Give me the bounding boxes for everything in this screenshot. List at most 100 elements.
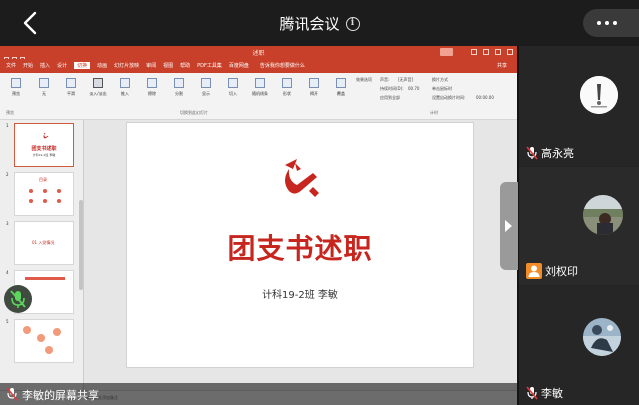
participant-name-row: 刘权印 — [526, 263, 578, 279]
muted-mic-icon — [526, 386, 538, 400]
transition-effect-button[interactable]: 淡入/淡出 — [88, 78, 108, 97]
window-controls — [471, 49, 513, 55]
ppt-menu-item[interactable]: 幻灯片放映 — [114, 62, 139, 69]
duration-input[interactable]: 00.70 — [408, 86, 419, 91]
ppt-menu-item[interactable]: 视图 — [163, 62, 173, 69]
thumb-label: 01 入党情况 — [32, 240, 55, 245]
avatar-image — [583, 318, 621, 356]
group-preview-label: 预览 — [6, 110, 14, 115]
ppt-menu-bar: 文件 开始 插入 设计 切换 动画 幻灯片放映 审阅 视图 帮助 PDF工具集 百度网盘 告诉我你想要做… — [0, 59, 517, 73]
transition-effect-icon — [120, 78, 130, 88]
preview-label: 预览 — [12, 91, 20, 96]
party-emblem-icon — [285, 159, 319, 197]
transition-effect-icon — [336, 78, 346, 88]
slide-title: 团支书述职 — [227, 232, 373, 265]
thumb-graphic — [25, 277, 65, 280]
thumb-graphic — [45, 346, 53, 354]
apply-all-button[interactable]: 应用到全部 — [380, 95, 400, 101]
transition-effect-label: 覆盖 — [337, 91, 345, 96]
avatar — [583, 318, 621, 356]
ppt-menu-item[interactable]: 切换 — [74, 62, 91, 69]
avatar-image — [583, 195, 623, 235]
transition-effect-button[interactable]: 平滑 — [61, 78, 81, 97]
transition-effect-button[interactable]: 分割 — [169, 78, 189, 97]
participant-name: 高永亮 — [541, 147, 574, 160]
more-dot-icon — [597, 21, 601, 25]
ppt-menu-item[interactable]: PDF工具集 — [197, 62, 222, 69]
ppt-menu-item[interactable]: 动画 — [97, 62, 107, 69]
ppt-menu-item[interactable]: 设计 — [57, 62, 67, 69]
thumb-subtitle: 计科19-2班 李敏 — [32, 153, 56, 157]
slide-thumbnail-2[interactable]: 目录 — [14, 172, 74, 216]
effect-options-label[interactable]: 效果选项 — [356, 77, 372, 83]
transition-effect-button[interactable]: 随机线条 — [250, 78, 270, 97]
ppt-menu-item[interactable]: 帮助 — [180, 62, 190, 69]
transition-effect-icon — [309, 78, 319, 88]
transition-effect-icon — [228, 78, 238, 88]
transition-effect-button[interactable]: 显示 — [196, 78, 216, 97]
maximize-icon[interactable] — [495, 49, 501, 55]
more-options-button[interactable] — [583, 9, 639, 37]
slide-number: 4 — [6, 270, 9, 275]
ppt-title-bar: 述职 — [0, 46, 517, 63]
transition-effect-button[interactable]: 无 — [34, 78, 54, 97]
transition-effect-icon — [66, 78, 76, 88]
transitions-ribbon: 预览 效果选项 声音: [无声音] 持续时间(D): 00.70 应用到全部 换… — [0, 73, 517, 120]
on-click-checkbox[interactable]: 单击鼠标时 — [432, 86, 452, 92]
transition-effect-label: 平滑 — [67, 91, 75, 96]
transition-effect-button[interactable]: 推入 — [115, 78, 135, 97]
slide-thumbnail-3[interactable]: 01 入党情况 — [14, 221, 74, 265]
ppt-menu-item[interactable]: 插入 — [40, 62, 50, 69]
slide-number: 1 — [6, 123, 9, 128]
transition-effect-icon — [93, 78, 103, 88]
screen-share-label-bar: 李敏的屏幕共享 — [0, 383, 517, 405]
auto-advance-checkbox[interactable]: 设置自动换片时间: — [432, 95, 465, 101]
ribbon-display-icon[interactable] — [471, 49, 477, 55]
expand-panel-tab[interactable] — [500, 182, 518, 270]
ppt-menu-item[interactable]: 审阅 — [146, 62, 156, 69]
transition-effect-button[interactable]: 形状 — [277, 78, 297, 97]
participant-tile[interactable]: 刘权印 — [519, 167, 639, 285]
participant-tile[interactable]: 李敏 — [519, 286, 639, 405]
duration-label: 持续时间(D): — [380, 86, 404, 91]
transition-effect-label: 淡入/淡出 — [89, 91, 107, 96]
muted-mic-icon — [526, 146, 538, 160]
thumb-graphic — [27, 187, 63, 207]
ppt-share-label: 共享 — [496, 63, 507, 69]
avatar — [583, 195, 623, 235]
tell-me-search[interactable]: 告诉我你想要做什么 — [260, 62, 305, 69]
thumbnail-scrollbar[interactable] — [79, 200, 83, 290]
auto-advance-input[interactable]: 00:00.00 — [476, 95, 494, 100]
participant-tile[interactable]: 高永亮 — [519, 46, 639, 166]
preview-button[interactable]: 预览 — [6, 78, 26, 97]
thumb-graphic — [23, 326, 31, 334]
ppt-menu: 文件 开始 插入 设计 切换 动画 幻灯片放映 审阅 视图 帮助 PDF工具集 百度网盘 告诉我你想要做… — [6, 62, 305, 69]
transition-effect-label: 无 — [42, 91, 46, 96]
shared-screen[interactable]: 述职 文件 开始 插入 设计 切换 动画 幻灯片放映 审阅 视图 帮助 PDF工具集 百度网盘 告诉我你… — [0, 46, 517, 405]
transition-effect-button[interactable]: 切入 — [223, 78, 243, 97]
transition-effect-icon — [147, 78, 157, 88]
minimize-icon[interactable] — [483, 49, 489, 55]
ppt-share-button[interactable]: 共享 — [497, 62, 507, 69]
ppt-menu-item[interactable]: 百度网盘 — [229, 62, 249, 69]
sound-select[interactable]: [无声音] — [398, 77, 413, 83]
current-slide[interactable]: 团支书述职 计科19-2班 李敏 — [126, 122, 474, 368]
participant-name: 刘权印 — [545, 265, 578, 278]
meeting-window: 腾讯会议 i 述职 文件开始插入设计切换动画幻灯片放映审阅视图帮 — [0, 0, 639, 405]
transition-effect-label: 分割 — [175, 91, 183, 96]
slide-thumbnail-1[interactable]: 团支书述职 计科19-2班 李敏 — [14, 123, 74, 167]
transition-effect-button[interactable]: 揭开 — [304, 78, 324, 97]
ppt-menu-item[interactable]: 开始 — [23, 62, 33, 69]
info-icon[interactable]: i — [345, 16, 360, 31]
slide-thumbnail-5[interactable] — [14, 319, 74, 363]
meeting-title-area: 腾讯会议 i — [0, 13, 639, 34]
thumb-title: 团支书述职 — [31, 146, 57, 152]
transition-effect-button[interactable]: 擦除 — [142, 78, 162, 97]
transition-effect-label: 切入 — [229, 91, 237, 96]
slide-subtitle: 计科19-2班 李敏 — [262, 290, 338, 301]
close-icon[interactable] — [507, 49, 513, 55]
host-badge-icon — [526, 263, 542, 279]
ppt-menu-item[interactable]: 文件 — [6, 62, 16, 69]
login-button[interactable] — [440, 48, 453, 56]
transition-effect-button[interactable]: 覆盖 — [331, 78, 351, 97]
